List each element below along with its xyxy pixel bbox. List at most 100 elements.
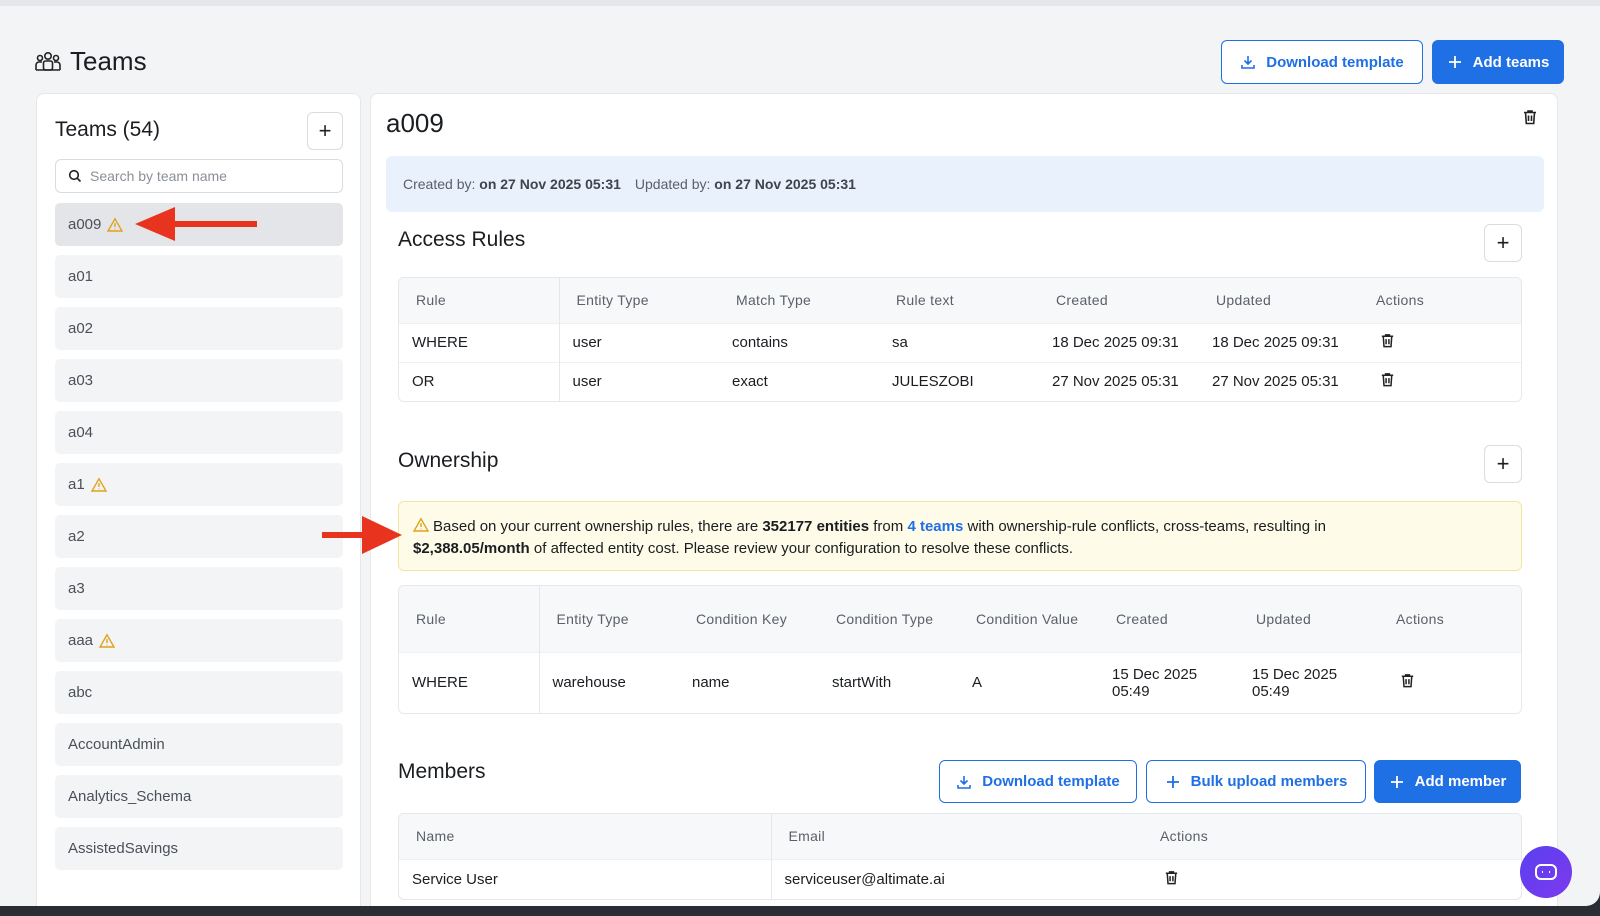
cell-created: 15 Dec 2025 05:49 <box>1099 651 1239 713</box>
cell-condition-value: A <box>959 651 1099 713</box>
team-item-label: a01 <box>68 268 94 285</box>
column-header: Rule <box>399 586 540 652</box>
team-list-item[interactable]: a01 <box>55 255 343 298</box>
team-item-label: Analytics_Schema <box>68 788 192 805</box>
delete-icon[interactable] <box>1163 869 1180 886</box>
affected-cost: $2,388.05/month <box>413 540 530 557</box>
download-template-label: Download template <box>1266 53 1404 71</box>
app-window: Teams Download template Add teams Teams … <box>0 0 1600 906</box>
team-item-label: abc <box>68 684 93 701</box>
team-list-item[interactable]: AccountAdmin <box>55 723 343 766</box>
column-header: Actions <box>1143 814 1521 859</box>
team-list-item[interactable]: Analytics_Schema <box>55 775 343 818</box>
team-list-item[interactable]: AssistedSavings <box>55 827 343 870</box>
team-item-label: AssistedSavings <box>68 840 179 857</box>
bulk-upload-members-button[interactable]: Bulk upload members <box>1146 760 1366 803</box>
team-list-item[interactable]: a04 <box>55 411 343 454</box>
download-icon <box>957 775 972 789</box>
access-rules-table: Rule Entity Type Match Type Rule text Create… <box>398 277 1522 402</box>
cell-updated: 27 Nov 2025 05:31 <box>1199 361 1359 401</box>
add-access-rule-button[interactable]: + <box>1484 224 1522 262</box>
cell-entity-type: user <box>559 361 719 401</box>
team-list-item[interactable]: a2 <box>55 515 343 558</box>
team-item-label: a02 <box>68 320 94 337</box>
team-list-item[interactable]: abc <box>55 671 343 714</box>
team-search[interactable] <box>55 159 343 193</box>
team-list-item[interactable]: aaa <box>55 619 343 662</box>
delete-icon[interactable] <box>1379 332 1396 349</box>
team-item-label: aaa <box>68 632 94 649</box>
team-item-label: a2 <box>68 528 85 545</box>
column-header: Name <box>399 814 772 859</box>
created-updated-info: Created by: on 27 Nov 2025 05:31 Updated… <box>386 156 1544 212</box>
add-teams-button[interactable]: Add teams <box>1432 40 1564 84</box>
teams-icon <box>35 51 61 71</box>
delete-team-icon[interactable] <box>1521 108 1539 126</box>
warning-icon <box>99 632 116 648</box>
add-member-button[interactable]: Add member <box>1374 760 1521 803</box>
search-input[interactable] <box>90 168 330 184</box>
column-header: Created <box>1039 278 1199 323</box>
team-item-label: a009 <box>68 216 102 233</box>
created-info: Created by: on 27 Nov 2025 05:31 <box>403 176 621 192</box>
sidebar-title: Teams (54) <box>55 118 161 141</box>
cell-entity-type: user <box>559 322 719 362</box>
team-list: a009 a01 a02 a03 a04 a1 a2 a3 aaa abc AccountAdmin… <box>55 203 343 879</box>
download-template-button[interactable]: Download template <box>1221 40 1423 84</box>
team-name: a009 <box>386 108 444 138</box>
chat-assistant-button[interactable] <box>1520 846 1572 898</box>
download-icon <box>1241 56 1256 69</box>
page-title-text: Teams <box>70 46 147 76</box>
column-header: Condition Type <box>819 586 959 652</box>
cell-match-type: exact <box>719 361 879 401</box>
add-ownership-rule-button[interactable]: + <box>1484 445 1522 483</box>
cell-match-type: contains <box>719 322 879 362</box>
plus-icon <box>1390 775 1403 788</box>
delete-icon[interactable] <box>1399 672 1416 689</box>
plus-icon <box>1166 775 1179 788</box>
plus-icon: + <box>1496 230 1510 255</box>
team-detail-panel: a009 Created by: on 27 Nov 2025 05:31 Up… <box>370 93 1558 906</box>
team-item-label: a03 <box>68 372 94 389</box>
column-header: Actions <box>1359 278 1521 323</box>
annotation-arrow-icon <box>322 516 402 554</box>
cell-condition-type: startWith <box>819 651 959 713</box>
cell-email: serviceuser@altimate.ai <box>771 858 1143 899</box>
column-header: Entity Type <box>539 586 679 652</box>
members-download-template-label: Download template <box>982 773 1120 790</box>
teams-link[interactable]: 4 teams <box>907 518 963 535</box>
warning-icon <box>413 517 429 532</box>
table-row: OR user exact JULESZOBI 27 Nov 2025 05:31 27 … <box>399 361 1521 401</box>
cell-created: 27 Nov 2025 05:31 <box>1039 361 1199 401</box>
team-list-item[interactable]: a02 <box>55 307 343 350</box>
column-header: Updated <box>1239 586 1379 652</box>
cell-actions <box>1359 361 1521 401</box>
team-list-item[interactable]: a1 <box>55 463 343 506</box>
access-rules-title: Access Rules <box>398 228 526 251</box>
team-item-label: a04 <box>68 424 94 441</box>
column-header: Match Type <box>719 278 879 323</box>
cell-entity-type: warehouse <box>539 651 679 713</box>
cell-actions <box>1359 322 1521 362</box>
plus-icon <box>1448 56 1461 68</box>
members-download-template-button[interactable]: Download template <box>939 760 1137 803</box>
column-header: Entity Type <box>559 278 719 323</box>
cell-actions <box>1143 858 1521 899</box>
page-title: Teams <box>34 46 147 77</box>
delete-icon[interactable] <box>1379 371 1396 388</box>
warning-icon <box>107 216 124 232</box>
top-strip <box>0 0 1600 6</box>
team-list-item[interactable]: a3 <box>55 567 343 610</box>
table-row: Service User serviceuser@altimate.ai <box>399 858 1521 899</box>
column-header: Rule text <box>879 278 1039 323</box>
cell-actions <box>1379 651 1521 713</box>
members-title: Members <box>398 760 486 783</box>
plus-icon: + <box>1496 451 1510 476</box>
team-list-item[interactable]: a03 <box>55 359 343 402</box>
cell-rule: OR <box>399 361 560 401</box>
warning-icon <box>90 476 107 492</box>
ownership-title: Ownership <box>398 449 499 472</box>
team-item-label: a1 <box>68 476 85 493</box>
add-team-button[interactable]: + <box>307 112 343 150</box>
team-item-label: AccountAdmin <box>68 736 165 753</box>
